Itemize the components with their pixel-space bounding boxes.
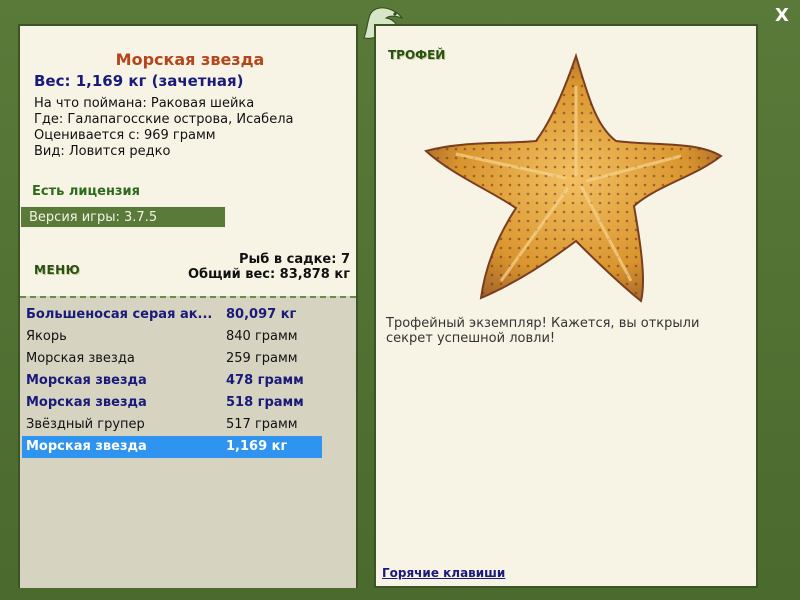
list-item[interactable]: Звёздный групер 517 грамм — [22, 414, 322, 436]
catch-weight: 518 грамм — [226, 395, 304, 410]
catch-name: Морская звезда — [26, 373, 147, 388]
bait-info: На что поймана: Раковая шейка — [34, 96, 255, 111]
list-item[interactable]: Большеносая серая ак... 80,097 кг — [22, 304, 322, 326]
fish-count: Рыб в садке: 7 — [238, 252, 350, 267]
catch-list: Большеносая серая ак... 80,097 кг Якорь 84… — [20, 296, 356, 588]
close-icon: X — [775, 5, 789, 26]
trophy-panel: ТРОФЕЙ Трофейный экземпляр! Кажется, вы … — [374, 24, 758, 588]
catch-weight: 80,097 кг — [226, 307, 297, 322]
location-info: Где: Галапагосские острова, Исабела — [34, 112, 294, 127]
rarity-info: Вид: Ловится редко — [34, 144, 171, 159]
catch-weight: 478 грамм — [226, 373, 304, 388]
catch-name: Якорь — [26, 329, 67, 344]
catch-name: Морская звезда — [26, 351, 135, 366]
fish-info-panel: Морская звезда Вес: 1,169 кг (зачетная) … — [18, 24, 358, 588]
catch-weight: 1,169 кг — [226, 439, 288, 454]
trophy-description: Трофейный экземпляр! Кажется, вы открыли… — [386, 316, 700, 346]
starfish-image — [424, 52, 723, 303]
hotkeys-link[interactable]: Горячие клавиши — [382, 566, 505, 580]
rating-info: Оценивается с: 969 грамм — [34, 128, 216, 143]
catch-name: Звёздный групер — [26, 417, 145, 432]
fish-weight: Вес: 1,169 кг (зачетная) — [34, 72, 244, 90]
fish-name-title: Морская звезда — [115, 50, 265, 69]
catch-stats: Рыб в садке: 7 Общий вес: 83,878 кг — [188, 252, 350, 282]
catch-weight: 517 грамм — [226, 417, 298, 432]
catch-name: Большеносая серая ак... — [26, 307, 213, 322]
menu-button[interactable]: МЕНЮ — [34, 263, 80, 277]
version-bar: Версия игры: 3.7.5 — [20, 206, 226, 228]
catch-weight: 840 грамм — [226, 329, 298, 344]
list-item[interactable]: Морская звезда 518 грамм — [22, 392, 322, 414]
catch-name: Морская звезда — [26, 395, 147, 410]
catch-name: Морская звезда — [26, 439, 147, 454]
close-button[interactable]: X — [770, 4, 794, 28]
list-item[interactable]: Морская звезда 259 грамм — [22, 348, 322, 370]
list-item[interactable]: Морская звезда 478 грамм — [22, 370, 322, 392]
list-item[interactable]: Якорь 840 грамм — [22, 326, 322, 348]
license-status: Есть лицензия — [32, 184, 140, 199]
total-weight: Общий вес: 83,878 кг — [187, 267, 350, 282]
catch-weight: 259 грамм — [226, 351, 298, 366]
list-item[interactable]: Морская звезда 1,169 кг — [22, 436, 322, 458]
